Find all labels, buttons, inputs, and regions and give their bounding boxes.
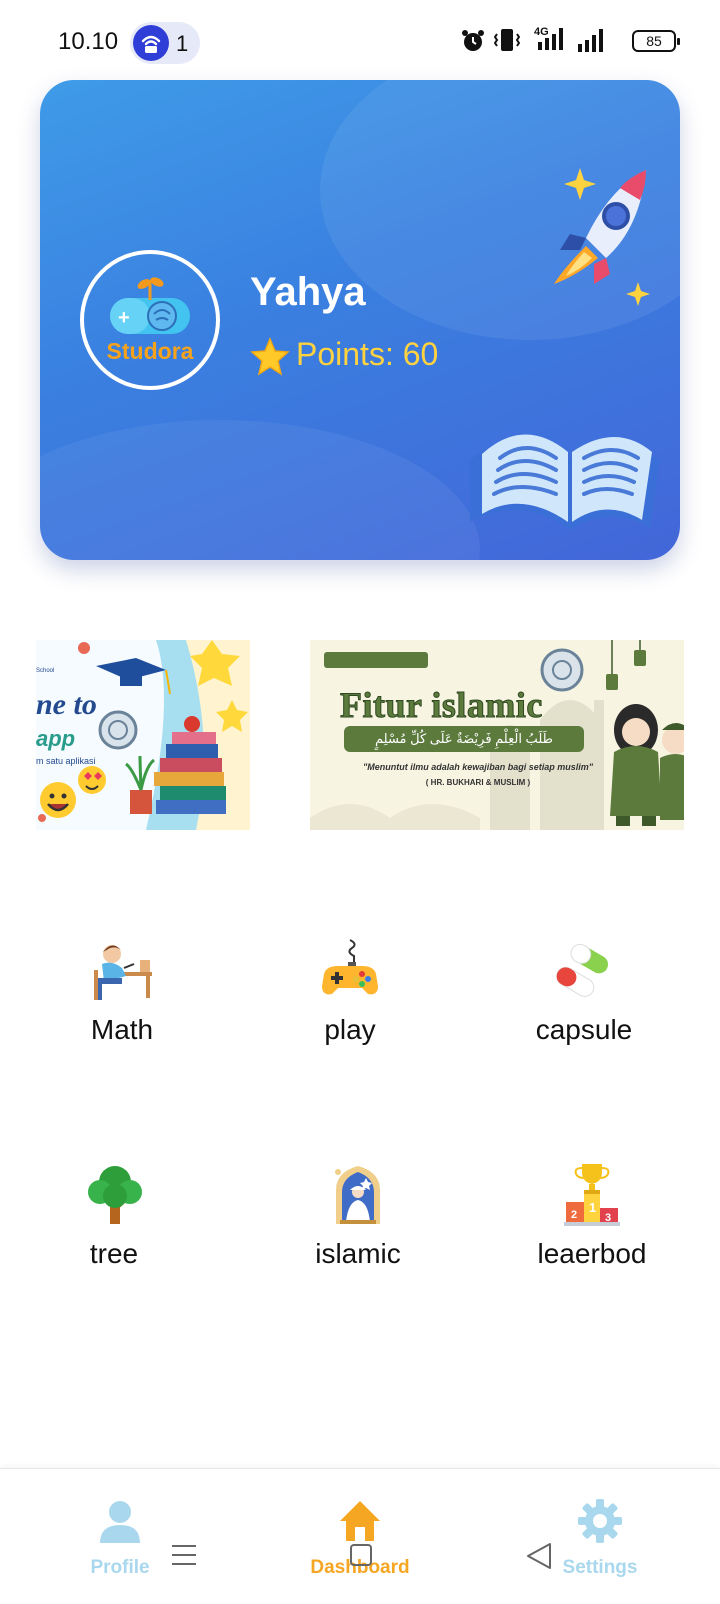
profile-card[interactable]: + Studora Yahya Points: 60 [40,80,680,560]
svg-text:4G: 4G [534,26,549,38]
podium-trophy-icon: 1 2 3 [564,1164,620,1226]
mosque-prayer-icon [335,1166,380,1224]
signal-icon [578,29,603,52]
status-time: 10.10 [58,28,119,55]
vibrate-icon [494,29,520,51]
avatar[interactable]: + Studora [80,250,220,390]
hotspot-indicator[interactable]: 1 [130,22,200,64]
signal-4g-icon: 4G [534,26,563,50]
tree-icon [88,1166,142,1224]
menu-label: leaerbod [537,1238,647,1269]
bottom-navigation: Profile Dashboard Settings [0,1468,720,1604]
battery-icon: 85 [632,30,680,52]
nav-profile[interactable]: Profile [40,1469,200,1604]
card-wave-decoration [40,420,480,560]
system-back-button[interactable] [526,1542,552,1570]
svg-text:+: + [118,307,130,329]
user-name: Yahya [250,270,366,314]
welcome-subheadline: app [36,726,76,751]
menu-label: capsule [535,1014,633,1045]
menu-label: play [324,1014,376,1045]
menu-label: tree [89,1238,139,1269]
system-recents-button[interactable] [172,1544,196,1566]
hotspot-count: 1 [176,31,189,56]
menu-leaderboard[interactable]: 1 2 3 leaerbod [500,1162,680,1292]
points-value: Points: 60 [296,336,439,372]
islamic-banner-title: Fitur islamic [340,685,543,726]
svg-text:1: 1 [589,1200,596,1215]
hotspot-icon [133,25,169,61]
islamic-feature-banner[interactable]: Fitur islamic طَلَبُ الْعِلْمِ فَرِيْضَة… [310,640,684,830]
open-book-icon [470,434,660,530]
nav-settings[interactable]: Settings [520,1469,680,1604]
islamic-quote: "Menuntut ilmu adalah kewajiban bagi set… [362,762,594,772]
status-bar: 10.10 1 4G 85 [0,0,720,80]
studora-logo: + [110,277,190,334]
app-screen: 10.10 1 4G 85 + Studora Yahya Points: 60… [0,0,720,1604]
home-icon [340,1501,380,1541]
alarm-icon [462,30,484,51]
rocket-icon [554,168,650,306]
menu-tree[interactable]: tree [22,1162,202,1292]
menu-capsule[interactable]: capsule [492,938,672,1068]
arabic-verse: طَلَبُ الْعِلْمِ فَرِيْضَةٌ عَلَى كُلِّ … [344,726,584,752]
nav-dashboard[interactable]: Dashboard [280,1469,440,1604]
islamic-quote-source: ( HR. BUKHARI & MUSLIM ) [425,778,531,787]
student-desk-icon [94,945,152,1000]
menu-label: Math [90,1014,154,1045]
welcome-banner[interactable]: School ne to app m satu aplikasi [36,640,250,830]
menu-label: islamic [315,1238,401,1269]
system-home-button[interactable] [350,1544,372,1566]
menu-islamic[interactable]: islamic [266,1162,446,1292]
svg-text:2: 2 [571,1209,577,1221]
welcome-caption: m satu aplikasi [36,756,96,766]
star-icon [250,337,290,376]
menu-play[interactable]: play [258,938,438,1068]
gear-icon [578,1499,622,1543]
welcome-headline: ne to [36,688,97,721]
capsule-icon [556,943,609,997]
menu-math[interactable]: Math [30,938,210,1068]
school-text: School [36,668,55,674]
app-brand-name: Studora [106,338,194,364]
person-icon [100,1501,140,1543]
gamepad-icon [322,939,378,995]
